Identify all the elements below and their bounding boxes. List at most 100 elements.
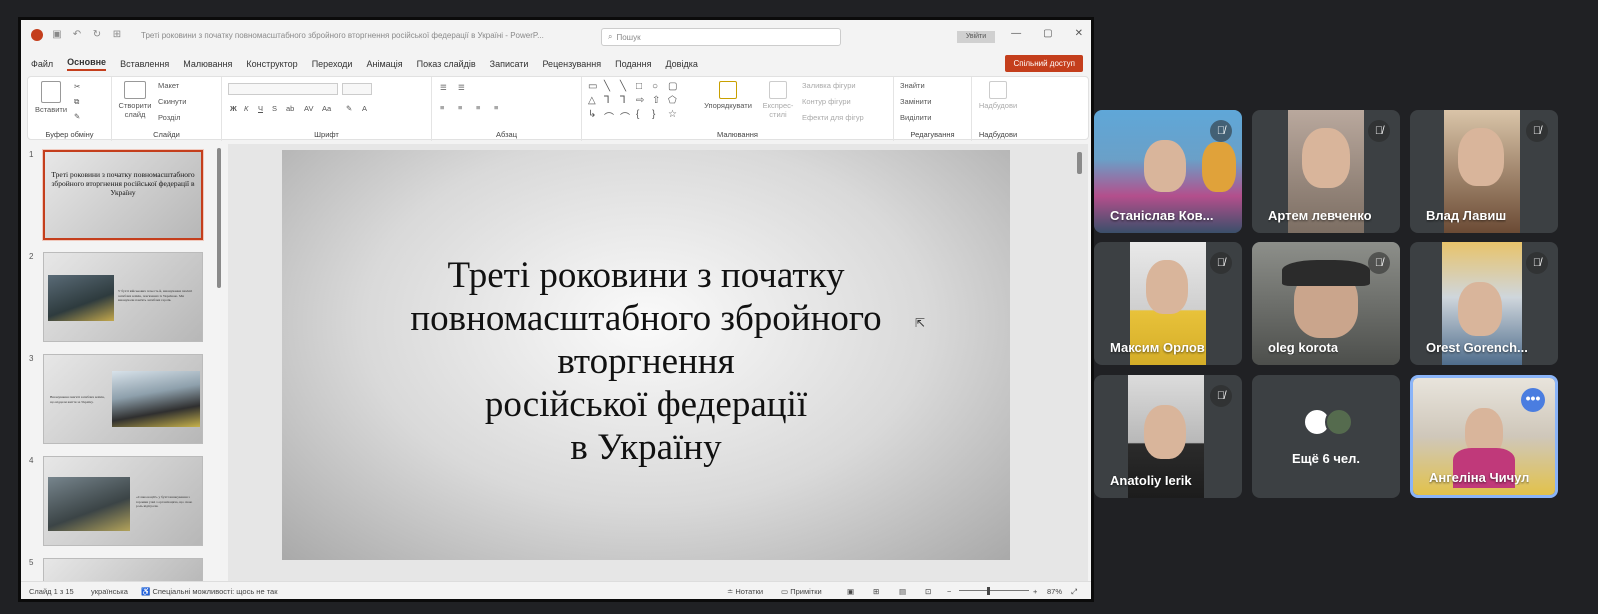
tab-design[interactable]: Конструктор bbox=[246, 59, 297, 69]
tab-view[interactable]: Подання bbox=[615, 59, 651, 69]
rounded-rect-icon[interactable]: ▢ bbox=[668, 81, 682, 93]
thumbnail-slide-4[interactable]: «Слава нації!» у бухті вшанування з геро… bbox=[43, 456, 203, 546]
slide-sorter-icon[interactable]: ⊞ bbox=[873, 587, 879, 596]
font-name-combo[interactable] bbox=[228, 83, 338, 95]
tab-help[interactable]: Довідка bbox=[665, 59, 697, 69]
participant-tile[interactable]: 🎙̸ Anatoliy Ierik bbox=[1094, 375, 1242, 498]
signin-button[interactable]: Увійти bbox=[957, 31, 995, 43]
shape-outline-button[interactable]: Контур фігури bbox=[802, 97, 851, 106]
rectangle-icon[interactable]: □ bbox=[636, 81, 650, 93]
tab-animations[interactable]: Анімація bbox=[366, 59, 402, 69]
cut-icon[interactable]: ✂ bbox=[74, 82, 80, 91]
participant-tile[interactable]: 🎙̸ Артем левченко bbox=[1252, 110, 1400, 233]
numbering-icon[interactable]: ☰ bbox=[458, 83, 465, 92]
tab-file[interactable]: Файл bbox=[31, 59, 53, 69]
paste-button[interactable]: Вставити bbox=[34, 81, 68, 114]
shapes-gallery[interactable]: ▭ ╲ ╲ □ ○ ▢ △ ⅂ ⅂ ⇨ ⇧ ⬠ ↳ ⌒ ⌒{} ☆ bbox=[588, 81, 684, 125]
zoom-in-icon[interactable]: + bbox=[1033, 587, 1037, 596]
strikethrough-icon[interactable]: S bbox=[272, 104, 277, 113]
select-button[interactable]: Виділити bbox=[900, 113, 931, 122]
slide-title[interactable]: Треті роковини з початку повномасштабног… bbox=[282, 254, 1010, 469]
bullets-icon[interactable]: ☰ bbox=[440, 83, 447, 92]
zoom-slider[interactable] bbox=[959, 590, 1029, 591]
undo-icon[interactable]: ↶ bbox=[71, 29, 83, 41]
tab-home[interactable]: Основне bbox=[67, 57, 107, 71]
tab-insert[interactable]: Вставлення bbox=[120, 59, 169, 69]
arrow-icon[interactable]: ⇧ bbox=[652, 95, 666, 107]
font-color-icon[interactable]: A bbox=[362, 104, 367, 113]
tab-review[interactable]: Рецензування bbox=[542, 59, 601, 69]
line-icon[interactable]: ╲ bbox=[604, 81, 618, 93]
replace-button[interactable]: Замінити bbox=[900, 97, 931, 106]
new-slide-button[interactable]: Створити слайд bbox=[116, 81, 154, 119]
more-options-icon[interactable]: ••• bbox=[1521, 388, 1545, 412]
layout-button[interactable]: Макет bbox=[158, 81, 179, 90]
format-painter-icon[interactable]: ✎ bbox=[74, 112, 80, 121]
underline-icon[interactable]: Ч bbox=[258, 104, 263, 113]
fit-slide-icon[interactable]: ⤢ bbox=[1071, 587, 1077, 597]
thumbnail-slide-3[interactable]: Вшанування пам'яті загиблих воїнів, що в… bbox=[43, 354, 203, 444]
zoom-level[interactable]: 87% bbox=[1047, 587, 1062, 596]
copy-icon[interactable]: ⧉ bbox=[74, 97, 79, 107]
star-icon[interactable]: ☆ bbox=[668, 109, 682, 125]
tab-draw[interactable]: Малювання bbox=[183, 59, 232, 69]
normal-view-icon[interactable]: ▣ bbox=[847, 587, 854, 596]
tab-transitions[interactable]: Переходи bbox=[312, 59, 353, 69]
brace-icon[interactable]: } bbox=[652, 109, 666, 125]
arrow-icon[interactable]: ⇨ bbox=[636, 95, 650, 107]
textbox-icon[interactable]: ▭ bbox=[588, 81, 602, 93]
line-icon[interactable]: ╲ bbox=[620, 81, 634, 93]
triangle-icon[interactable]: △ bbox=[588, 95, 602, 107]
shape-fill-button[interactable]: Заливка фігури bbox=[802, 81, 856, 90]
addins-button[interactable]: Надбудови bbox=[976, 81, 1020, 110]
zoom-out-icon[interactable]: − bbox=[947, 587, 951, 596]
save-icon[interactable]: ▣ bbox=[51, 29, 63, 41]
italic-icon[interactable]: К bbox=[244, 104, 248, 113]
maximize-icon[interactable]: ▢ bbox=[1043, 28, 1052, 39]
brace-icon[interactable]: { bbox=[636, 109, 650, 125]
tab-slideshow[interactable]: Показ слайдів bbox=[417, 59, 476, 69]
font-size-combo[interactable] bbox=[342, 83, 372, 95]
curve-icon[interactable]: ⌒ bbox=[620, 109, 634, 125]
thumbnail-slide-1[interactable]: Треті роковини з початку повномасштабног… bbox=[43, 150, 203, 240]
align-left-icon[interactable]: ≡ bbox=[440, 103, 444, 112]
more-participants-tile[interactable]: Ещё 6 чел. bbox=[1252, 375, 1400, 498]
quick-styles-button[interactable]: Експрес-стилі bbox=[758, 81, 798, 119]
participant-tile[interactable]: 🎙̸ oleg korota bbox=[1252, 242, 1400, 365]
search-input[interactable]: ⌕ Пошук bbox=[601, 28, 841, 46]
comments-button[interactable]: ▭ Примітки bbox=[781, 587, 822, 596]
language-indicator[interactable]: українська bbox=[91, 587, 128, 596]
pentagon-icon[interactable]: ⬠ bbox=[668, 95, 682, 107]
slideshow-icon[interactable]: ⊡ bbox=[925, 587, 931, 596]
curve-icon[interactable]: ⌒ bbox=[604, 109, 618, 125]
reading-view-icon[interactable]: ▤ bbox=[899, 587, 906, 596]
arrow-icon[interactable]: ↳ bbox=[588, 109, 602, 125]
highlight-icon[interactable]: ✎ bbox=[346, 104, 352, 113]
align-center-icon[interactable]: ≡ bbox=[458, 103, 462, 112]
present-icon[interactable]: ⊞ bbox=[111, 29, 123, 41]
share-button[interactable]: Спільний доступ bbox=[1005, 55, 1083, 72]
align-right-icon[interactable]: ≡ bbox=[476, 103, 480, 112]
change-case-icon[interactable]: Aa bbox=[322, 104, 331, 113]
slide-scrollbar[interactable] bbox=[1077, 152, 1082, 174]
oval-icon[interactable]: ○ bbox=[652, 81, 666, 93]
accessibility-status[interactable]: ♿ Спеціальні можливості: щось не так bbox=[141, 587, 278, 596]
char-spacing-icon[interactable]: AV bbox=[304, 104, 313, 113]
close-icon[interactable]: ✕ bbox=[1075, 28, 1083, 39]
section-button[interactable]: Розділ bbox=[158, 113, 180, 122]
current-slide[interactable]: Треті роковини з початку повномасштабног… bbox=[282, 150, 1010, 560]
justify-icon[interactable]: ≡ bbox=[494, 103, 498, 112]
participant-tile[interactable]: 🎙̸ Станіслав Ков... bbox=[1094, 110, 1242, 233]
tab-record[interactable]: Записати bbox=[490, 59, 529, 69]
notes-button[interactable]: ≐ Нотатки bbox=[727, 587, 763, 596]
find-button[interactable]: Знайти bbox=[900, 81, 925, 90]
self-view-tile[interactable]: ••• Ангеліна Чичул bbox=[1410, 375, 1558, 498]
participant-tile[interactable]: 🎙̸ Orest Gorench... bbox=[1410, 242, 1558, 365]
shape-effects-button[interactable]: Ефекти для фігур bbox=[802, 113, 864, 122]
connector-icon[interactable]: ⅂ bbox=[604, 95, 618, 107]
thumbnails-scrollbar[interactable] bbox=[217, 148, 221, 288]
bold-icon[interactable]: Ж bbox=[230, 104, 237, 113]
arrange-button[interactable]: Упорядкувати bbox=[702, 81, 754, 110]
connector-icon[interactable]: ⅂ bbox=[620, 95, 634, 107]
reset-button[interactable]: Скинути bbox=[158, 97, 186, 106]
